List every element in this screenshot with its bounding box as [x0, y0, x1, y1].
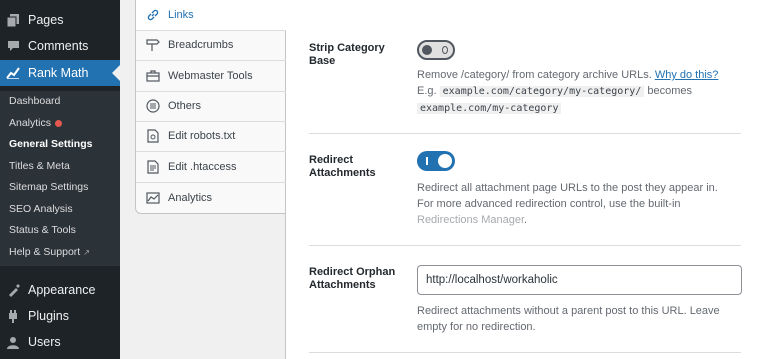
submenu-sitemap-settings[interactable]: Sitemap Settings — [9, 179, 88, 195]
toggle-knob — [438, 154, 452, 168]
menu-item-label: Pages — [28, 13, 64, 27]
why-do-this-link[interactable]: Why do this? — [655, 69, 719, 81]
tab-label: Edit .htaccess — [168, 161, 237, 173]
strip-category-description: Remove /category/ from category archive … — [417, 67, 737, 117]
toggle-on-indicator — [426, 157, 428, 165]
tab-edit-htaccess[interactable]: Edit .htaccess — [136, 152, 286, 183]
signpost-icon — [146, 38, 160, 52]
tab-label: Others — [168, 100, 202, 112]
submenu-dashboard[interactable]: Dashboard — [9, 93, 60, 109]
menu-item-plugins[interactable]: Plugins — [0, 303, 120, 329]
toggle-knob — [422, 45, 432, 55]
tab-edit-robots[interactable]: Edit robots.txt — [136, 121, 286, 152]
tabs-column-border — [135, 214, 286, 359]
tab-others[interactable]: Others — [136, 91, 286, 122]
code-example-after: example.com/my-category — [417, 103, 562, 114]
row-divider — [309, 245, 741, 246]
users-icon — [6, 335, 20, 349]
admin-sidebar: Pages Comments Rank Math Dashboard Analy… — [0, 0, 120, 359]
strip-category-toggle[interactable] — [417, 40, 455, 60]
submenu-seo-analysis[interactable]: SEO Analysis — [9, 201, 73, 217]
example-prefix: E.g. — [417, 85, 437, 97]
settings-tabs: Links Breadcrumbs Webmaster Tools Others… — [135, 0, 286, 214]
menu-item-label: Appearance — [28, 283, 96, 297]
submenu-label: Status & Tools — [9, 224, 76, 236]
submenu-status-tools[interactable]: Status & Tools — [9, 222, 76, 238]
description-text: Remove /category/ from category archive … — [417, 69, 652, 81]
file-text-icon — [146, 160, 160, 174]
tab-analytics[interactable]: Analytics — [136, 182, 286, 213]
menu-item-label: Comments — [28, 39, 89, 53]
submenu-analytics[interactable]: Analytics — [9, 115, 63, 131]
submenu-label: Sitemap Settings — [9, 181, 89, 193]
link-icon — [146, 8, 160, 22]
menu-item-comments[interactable]: Comments — [0, 33, 120, 59]
appearance-icon — [6, 283, 20, 297]
submenu-label: Help & Support — [9, 246, 81, 258]
submenu-label: Titles & Meta — [9, 160, 70, 172]
redirections-manager-link[interactable]: Redirections Manager — [417, 214, 524, 226]
example-becomes: becomes — [647, 85, 693, 97]
tab-breadcrumbs[interactable]: Breadcrumbs — [136, 30, 286, 61]
pages-icon — [6, 13, 20, 27]
tab-label: Breadcrumbs — [168, 39, 234, 51]
redirect-attachments-toggle[interactable] — [417, 151, 455, 171]
redirect-attachments-description: Redirect all attachment page URLs to the… — [417, 180, 737, 228]
menu-item-rank-math[interactable]: Rank Math — [0, 60, 120, 86]
menu-item-label: Rank Math — [28, 66, 89, 80]
redirect-orphan-label: Redirect Orphan Attachments — [309, 266, 396, 291]
submenu-general-settings[interactable]: General Settings — [9, 136, 92, 152]
settings-panel: Strip Category Base Remove /category/ fr… — [286, 0, 760, 359]
tab-label: Edit robots.txt — [168, 130, 236, 142]
file-robot-icon — [146, 129, 160, 143]
notification-dot — [55, 119, 63, 127]
tab-webmaster-tools[interactable]: Webmaster Tools — [136, 61, 286, 92]
current-menu-arrow — [112, 65, 120, 81]
toggle-off-indicator — [442, 46, 448, 54]
redirect-orphan-url-input[interactable] — [417, 265, 742, 295]
submenu-help-support[interactable]: Help & Support ↗ — [9, 244, 90, 260]
submenu-titles-meta[interactable]: Titles & Meta — [9, 158, 70, 174]
tab-label: Links — [168, 9, 194, 21]
external-link-icon: ↗ — [83, 248, 90, 257]
menu-item-appearance[interactable]: Appearance — [0, 277, 120, 303]
rank-math-submenu: Dashboard Analytics General Settings Tit… — [0, 91, 120, 266]
comments-icon — [6, 39, 20, 53]
tab-label: Analytics — [168, 191, 213, 204]
description-text: Redirect all attachment page URLs to the… — [417, 182, 718, 210]
strip-category-label: Strip Category Base — [309, 42, 385, 67]
code-example-before: example.com/category/my-category/ — [439, 86, 645, 97]
tab-label: Webmaster Tools — [168, 70, 253, 82]
toolbox-icon — [146, 69, 160, 83]
submenu-label: General Settings — [9, 138, 93, 150]
submenu-label: Analytics — [9, 117, 52, 129]
tab-links[interactable]: Links — [136, 0, 286, 31]
menu-item-label: Users — [28, 335, 61, 349]
plugins-icon — [6, 309, 20, 323]
rank-math-icon — [6, 66, 20, 80]
submenu-label: Dashboard — [9, 95, 61, 107]
submenu-label: SEO Analysis — [9, 203, 73, 215]
redirect-attachments-label: Redirect Attachments — [309, 154, 376, 179]
redirect-orphan-description: Redirect attachments without a parent po… — [417, 305, 720, 333]
row-divider — [309, 352, 741, 353]
list-circle-icon — [146, 99, 160, 113]
chart-icon — [146, 191, 160, 205]
menu-item-pages[interactable]: Pages — [0, 7, 120, 33]
menu-item-users[interactable]: Users — [0, 329, 120, 355]
row-divider — [309, 133, 741, 134]
description-punctuation: . — [524, 214, 528, 226]
menu-item-label: Plugins — [28, 309, 69, 323]
